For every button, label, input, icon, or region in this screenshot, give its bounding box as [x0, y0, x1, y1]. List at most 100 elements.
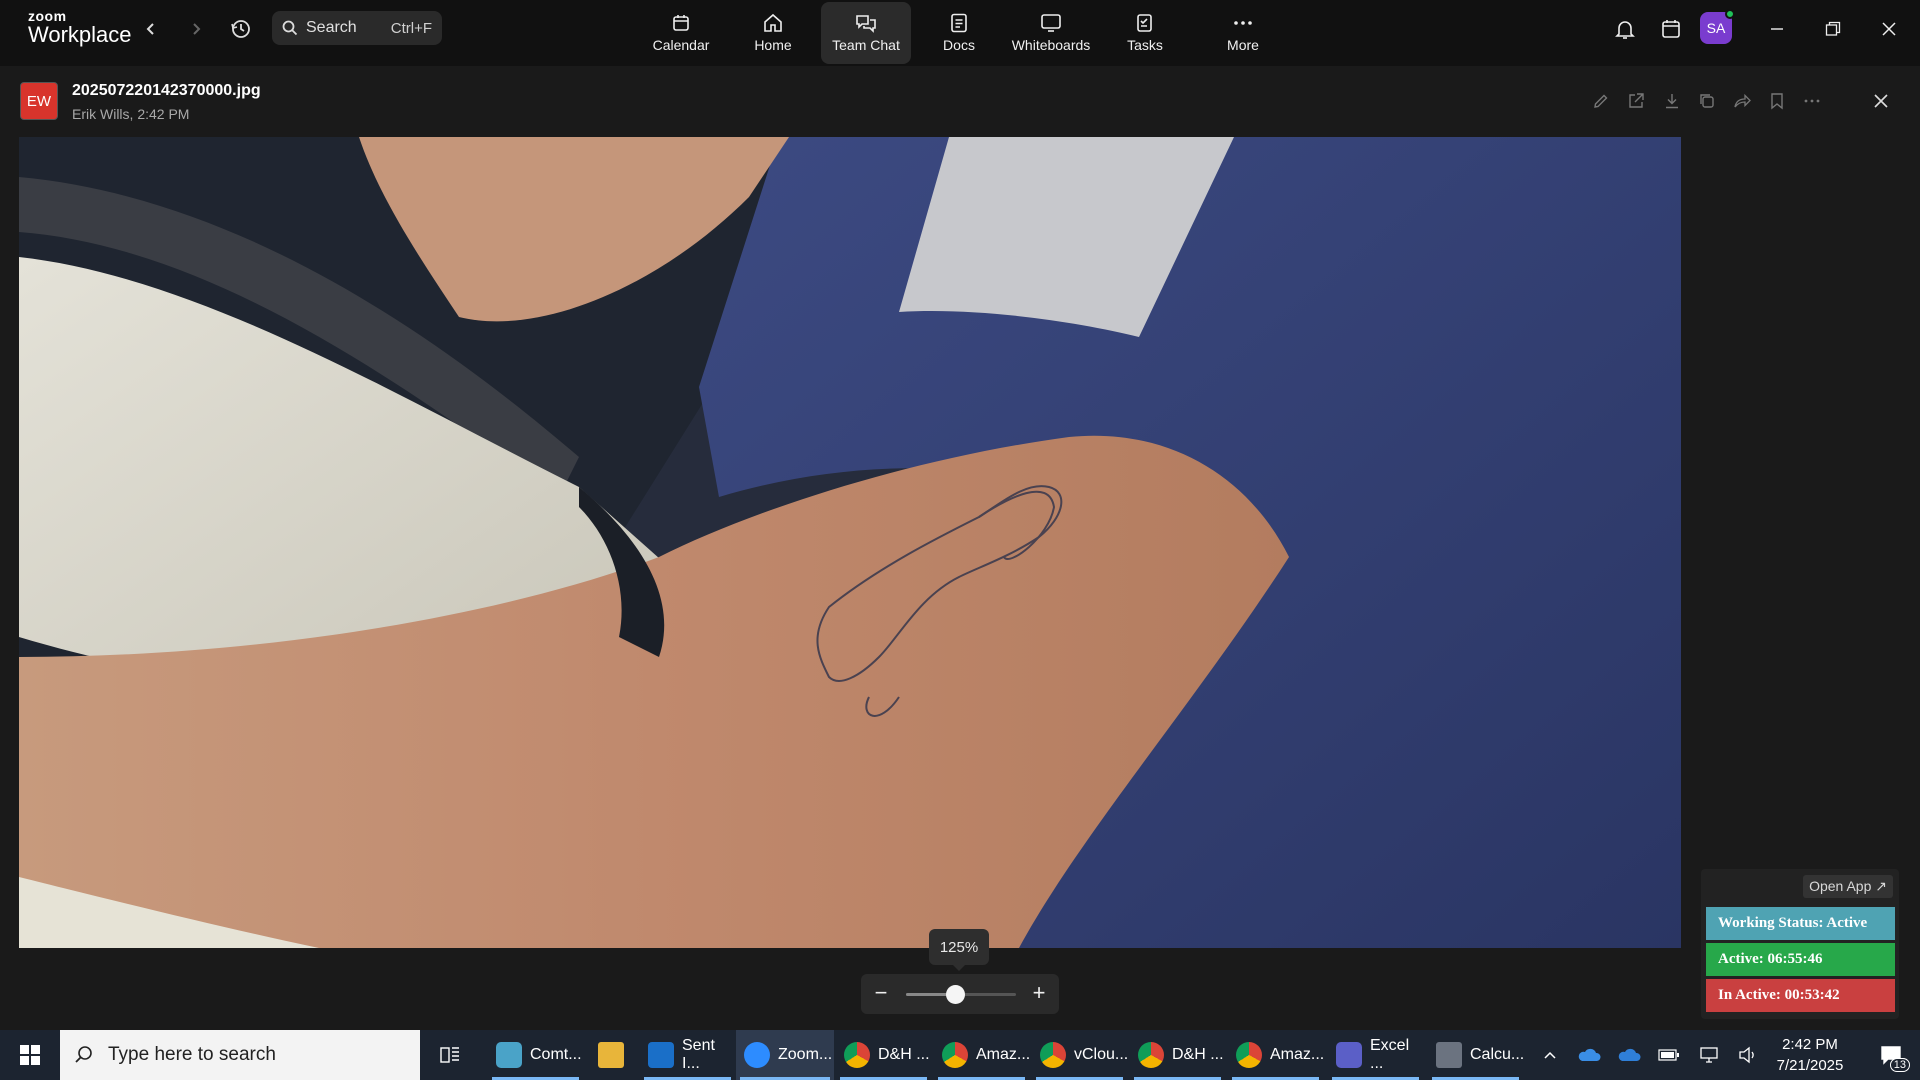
cloud-icon: [1578, 1048, 1601, 1061]
taskbar-app-chrome-amazon-1[interactable]: Amaz...: [934, 1030, 1031, 1080]
chrome-icon: [844, 1042, 870, 1068]
show-hidden-icons-button[interactable]: [1535, 1030, 1565, 1080]
bookmark-icon: [1771, 93, 1783, 110]
taskbar-app-label: Amaz...: [976, 1046, 1031, 1063]
taskbar-app-chrome-dh-2[interactable]: D&H ...: [1130, 1030, 1225, 1080]
contour-icon: [496, 1042, 522, 1068]
volume-button[interactable]: [1733, 1030, 1763, 1080]
tab-team-chat[interactable]: Team Chat: [821, 2, 911, 64]
back-button[interactable]: [136, 14, 166, 44]
network-icon: [1700, 1047, 1718, 1063]
cloud-icon: [1618, 1048, 1641, 1061]
close-window-button[interactable]: [1874, 14, 1904, 44]
minimize-button[interactable]: [1762, 14, 1792, 44]
chrome-icon: [1236, 1042, 1262, 1068]
search-bar[interactable]: Search Ctrl+F: [272, 11, 442, 45]
home-icon: [764, 13, 782, 32]
taskbar-app-chrome-amazon-2[interactable]: Amaz...: [1228, 1030, 1325, 1080]
taskbar-app-label: D&H ...: [1172, 1046, 1224, 1063]
close-icon: [1882, 22, 1896, 36]
restore-button[interactable]: [1818, 14, 1848, 44]
taskbar-app-teams[interactable]: Excel ...: [1328, 1030, 1423, 1080]
app-top-bar: zoom Workplace Search Ctrl+F Calendar Ho…: [0, 0, 1920, 66]
notification-center-button[interactable]: 13: [1866, 1030, 1916, 1080]
close-viewer-button[interactable]: [1868, 88, 1894, 114]
user-avatar[interactable]: SA: [1700, 9, 1735, 44]
active-time-badge: Active: 06:55:46: [1706, 943, 1895, 976]
online-status-dot: [1725, 9, 1735, 19]
onedrive-business-button[interactable]: [1613, 1030, 1645, 1080]
logo-small-text: zoom: [28, 8, 67, 24]
zoom-in-button[interactable]: +: [1027, 982, 1051, 1006]
outlook-icon: [648, 1042, 674, 1068]
taskbar-app-label: Sent I...: [682, 1037, 715, 1072]
taskbar-app-contour[interactable]: Comt...: [488, 1030, 583, 1080]
taskbar-app-label: Zoom...: [778, 1046, 833, 1063]
taskbar-app-label: Calcu...: [1470, 1046, 1525, 1063]
taskbar-app-file-explorer[interactable]: [590, 1030, 634, 1080]
clock-date: 7/21/2025: [1776, 1057, 1844, 1074]
battery-button[interactable]: [1653, 1030, 1685, 1080]
zoom-slider-handle[interactable]: [946, 985, 965, 1004]
chrome-icon: [1138, 1042, 1164, 1068]
zoom-icon: [744, 1042, 770, 1068]
download-button[interactable]: [1659, 88, 1685, 114]
open-app-button[interactable]: Open App ↗: [1803, 875, 1893, 898]
file-explorer-icon: [598, 1042, 624, 1068]
tab-calendar[interactable]: Calendar: [636, 2, 726, 64]
windows-logo-icon: [20, 1045, 40, 1065]
tab-more[interactable]: More: [1198, 2, 1288, 64]
minimize-icon: [1771, 28, 1783, 30]
tab-whiteboards[interactable]: Whiteboards: [1006, 2, 1096, 64]
chat-icon: [856, 15, 876, 33]
share-button[interactable]: [1729, 88, 1755, 114]
taskbar-app-calculator[interactable]: Calcu...: [1428, 1030, 1525, 1080]
taskbar-app-outlook[interactable]: Sent I...: [640, 1030, 735, 1080]
taskbar-search-box[interactable]: Type here to search: [60, 1030, 420, 1080]
taskbar-clock[interactable]: 2:42 PM 7/21/2025: [1762, 1034, 1858, 1076]
search-label: Search: [306, 19, 357, 36]
external-link-icon: [1629, 93, 1644, 108]
bookmark-button[interactable]: [1764, 88, 1790, 114]
taskbar-app-chrome-vcloud[interactable]: vClou...: [1032, 1030, 1129, 1080]
network-button[interactable]: [1693, 1030, 1725, 1080]
file-name: 202507220142370000.jpg: [72, 82, 261, 99]
whiteboard-icon: [1041, 14, 1061, 32]
notifications-button[interactable]: [1610, 14, 1640, 44]
photo-arm-drawing: [19, 137, 1681, 948]
taskbar-app-label: Amaz...: [1270, 1046, 1325, 1063]
calendar-shortcut-button[interactable]: [1656, 14, 1686, 44]
taskbar-app-label: vClou...: [1074, 1046, 1129, 1063]
zoom-level-tooltip: 125%: [929, 929, 989, 971]
tab-home[interactable]: Home: [728, 2, 818, 64]
tasks-icon: [1137, 14, 1152, 32]
history-button[interactable]: [226, 14, 256, 44]
search-shortcut: Ctrl+F: [390, 19, 432, 37]
onedrive-personal-button[interactable]: [1573, 1030, 1605, 1080]
download-icon: [1666, 94, 1678, 109]
task-view-icon: [440, 1047, 459, 1063]
more-options-button[interactable]: [1799, 88, 1825, 114]
task-view-button[interactable]: [432, 1030, 468, 1080]
copy-icon: [1700, 94, 1714, 108]
user-avatar-initials: SA: [1706, 20, 1726, 36]
tab-docs-label: Docs: [943, 37, 975, 53]
bell-icon: [1615, 21, 1635, 39]
image-preview[interactable]: [19, 137, 1681, 948]
open-external-button[interactable]: [1623, 88, 1649, 114]
tab-more-label: More: [1227, 37, 1259, 53]
work-status-widget: Open App ↗ Working Status: Active Active…: [1701, 869, 1899, 1019]
annotate-button[interactable]: [1588, 88, 1614, 114]
start-button[interactable]: [0, 1030, 60, 1080]
taskbar-app-chrome-dh-1[interactable]: D&H ...: [836, 1030, 931, 1080]
chrome-icon: [1040, 1042, 1066, 1068]
tab-tasks[interactable]: Tasks: [1100, 2, 1190, 64]
tab-docs[interactable]: Docs: [914, 2, 1004, 64]
teams-icon: [1336, 1042, 1362, 1068]
chrome-icon: [942, 1042, 968, 1068]
forward-button[interactable]: [181, 14, 211, 44]
zoom-out-button[interactable]: −: [869, 982, 893, 1006]
taskbar-app-zoom[interactable]: Zoom...: [736, 1030, 834, 1080]
copy-image-button[interactable]: [1694, 88, 1720, 114]
share-icon: [1734, 93, 1751, 108]
